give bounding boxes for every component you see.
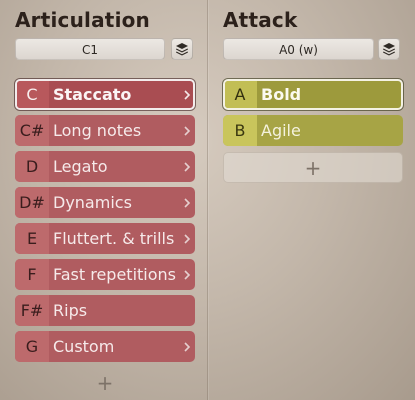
chevron-right-icon (184, 198, 191, 208)
articulation-item[interactable]: D# Dynamics (15, 187, 195, 218)
chevron-right-icon (184, 234, 191, 244)
attack-add-button[interactable]: + (223, 152, 403, 183)
plus-icon: + (304, 155, 322, 180)
chevron-right-icon (184, 126, 191, 136)
item-label: Dynamics (53, 193, 132, 212)
item-label: Fast repetitions (53, 265, 177, 284)
plus-icon: + (96, 371, 114, 395)
layers-icon (383, 43, 395, 56)
item-key: B (223, 115, 257, 146)
item-key: D# (15, 187, 49, 218)
item-label: Agile (261, 121, 301, 140)
attack-item[interactable]: A Bold (223, 79, 403, 110)
articulation-stack-button[interactable] (171, 38, 193, 60)
item-label: Rips (53, 301, 88, 320)
item-label: Custom (53, 337, 115, 356)
item-label: Staccato (53, 85, 132, 104)
attack-key-selector[interactable]: A0 (w) (223, 38, 374, 60)
chevron-right-icon (184, 162, 191, 172)
item-key: E (15, 223, 49, 254)
item-label: Long notes (53, 121, 142, 140)
articulation-item[interactable]: F# Rips (15, 295, 195, 326)
item-key: D (15, 151, 49, 182)
articulation-key-selector[interactable]: C1 (15, 38, 165, 60)
articulation-item[interactable]: C Staccato (15, 79, 195, 110)
attack-panel: Attack A0 (w) A Bold B Agile + (207, 0, 415, 400)
articulation-item[interactable]: G Custom (15, 331, 195, 362)
articulation-add-button[interactable]: + (15, 371, 195, 395)
articulation-item[interactable]: D Legato (15, 151, 195, 182)
item-label: Fluttert. & trills (53, 229, 175, 248)
chevron-right-icon (184, 90, 191, 100)
articulation-item[interactable]: C# Long notes (15, 115, 195, 146)
articulation-panel: Articulation C1 C Staccato C# Long notes D Le… (0, 0, 207, 400)
item-key: G (15, 331, 49, 362)
item-key: A (225, 81, 257, 108)
attack-title: Attack (223, 8, 298, 32)
attack-item[interactable]: B Agile (223, 115, 403, 146)
attack-stack-button[interactable] (378, 38, 400, 60)
item-label: Bold (261, 85, 302, 104)
item-key: F (15, 259, 49, 290)
chevron-right-icon (184, 342, 191, 352)
item-key: C (17, 81, 49, 108)
articulation-item[interactable]: E Fluttert. & trills (15, 223, 195, 254)
item-key: F# (15, 295, 49, 326)
item-label: Legato (53, 157, 108, 176)
articulation-item[interactable]: F Fast repetitions (15, 259, 195, 290)
articulation-title: Articulation (15, 8, 150, 32)
item-key: C# (15, 115, 49, 146)
layers-icon (176, 43, 188, 56)
chevron-right-icon (184, 270, 191, 280)
